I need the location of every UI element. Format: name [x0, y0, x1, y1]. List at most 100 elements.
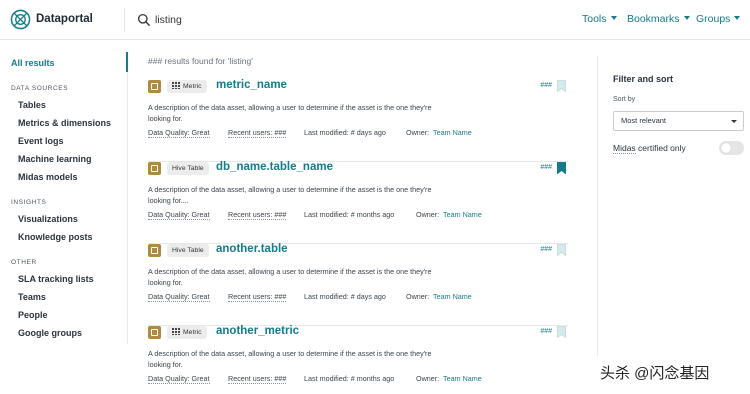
result-title[interactable]: metric_name — [216, 79, 287, 91]
search-input[interactable] — [155, 11, 455, 29]
owner-link[interactable]: Team Name — [443, 210, 482, 219]
usage-count: ### — [540, 82, 552, 89]
type-pill: Hive Table — [167, 162, 209, 175]
watermark: 头杀 @闪念基因 — [600, 365, 710, 382]
asset-badge-icon — [148, 162, 161, 175]
grid-icon — [172, 328, 180, 335]
sidebar-item-event-logs[interactable]: Event logs — [18, 136, 64, 146]
sidebar-heading-data-sources: DATA SOURCES — [11, 85, 69, 92]
type-pill: Metric — [167, 80, 207, 93]
result-title[interactable]: db_name.table_name — [216, 161, 333, 173]
data-quality[interactable]: Data Quality: Great — [148, 374, 210, 384]
recent-users[interactable]: Recent users: ### — [228, 210, 287, 220]
usage-count: ### — [540, 164, 552, 171]
owner-link[interactable]: Team Name — [433, 292, 472, 301]
owner-label: Owner: — [406, 128, 430, 137]
result-title[interactable]: another_metric — [216, 325, 299, 337]
description-line: looking for. — [148, 114, 183, 123]
midas-term[interactable]: Midas — [613, 143, 636, 154]
owner-label: Owner: — [406, 292, 430, 301]
dataportal-logo-icon[interactable] — [10, 9, 31, 30]
sort-label: Sort by — [613, 96, 636, 103]
last-modified: Last modified: # months ago — [304, 374, 395, 383]
type-label: Hive Table — [172, 165, 204, 172]
sidebar-item-metrics-dimensions[interactable]: Metrics & dimensions — [18, 118, 111, 128]
results-count: ### results found for 'listing' — [148, 56, 253, 66]
header-divider — [124, 8, 125, 32]
sidebar-rail — [127, 52, 128, 344]
data-quality[interactable]: Data Quality: Great — [148, 210, 210, 220]
left-sidebar: All results DATA SOURCES Tables Metrics … — [0, 40, 128, 394]
description-line: A description of the data asset, allowin… — [148, 267, 432, 276]
nav-groups-label: Groups — [696, 13, 731, 25]
sidebar-item-knowledge-posts[interactable]: Knowledge posts — [18, 232, 93, 242]
midas-certified-label: Midas certified only — [613, 143, 686, 154]
brand-name[interactable]: Dataportal — [36, 13, 93, 25]
type-label: Hive Table — [172, 247, 204, 254]
description-line: A description of the data asset, allowin… — [148, 349, 432, 358]
description-line: looking for.... — [148, 196, 189, 205]
result-description: A description of the data asset, allowin… — [148, 348, 468, 370]
sidebar-item-all-results[interactable]: All results — [11, 58, 55, 68]
result-description: A description of the data asset, allowin… — [148, 102, 468, 124]
bookmark-icon[interactable] — [557, 244, 566, 256]
asset-badge-icon — [148, 326, 161, 339]
bookmark-icon[interactable] — [557, 162, 566, 174]
midas-certified-toggle[interactable] — [719, 141, 744, 155]
result-card: Metric metric_name ### A description of … — [148, 79, 568, 162]
description-line: A description of the data asset, allowin… — [148, 185, 432, 194]
type-label: Metric — [183, 329, 202, 336]
result-card: Hive Table db_name.table_name ### A desc… — [148, 161, 568, 244]
type-pill: Metric — [167, 326, 207, 339]
data-quality[interactable]: Data Quality: Great — [148, 292, 210, 302]
nav-tools-label: Tools — [582, 13, 607, 25]
description-line: looking for. — [148, 278, 183, 287]
sidebar-item-sla-tracking-lists[interactable]: SLA tracking lists — [18, 274, 94, 284]
data-quality[interactable]: Data Quality: Great — [148, 128, 210, 138]
result-card: Hive Table another.table ### A descripti… — [148, 243, 568, 326]
recent-users[interactable]: Recent users: ### — [228, 292, 287, 302]
description-line: looking for. — [148, 360, 183, 369]
grid-icon — [172, 82, 180, 89]
owner-label: Owner: — [416, 210, 440, 219]
sidebar-item-visualizations[interactable]: Visualizations — [18, 214, 78, 224]
result-card: Metric another_metric ### A description … — [148, 325, 568, 394]
chevron-down-icon — [734, 16, 741, 20]
owner-link[interactable]: Team Name — [433, 128, 472, 137]
sidebar-item-tables[interactable]: Tables — [18, 100, 46, 110]
bookmark-icon[interactable] — [557, 326, 566, 338]
usage-count: ### — [540, 328, 552, 335]
sidebar-item-machine-learning[interactable]: Machine learning — [18, 154, 92, 164]
chevron-down-icon — [683, 16, 690, 20]
recent-users[interactable]: Recent users: ### — [228, 374, 287, 384]
asset-badge-icon — [148, 244, 161, 257]
sort-select[interactable]: Most relevant — [613, 111, 744, 131]
owner-link[interactable]: Team Name — [443, 374, 482, 383]
nav-bookmarks-label: Bookmarks — [627, 13, 680, 25]
toggle-knob — [721, 143, 731, 153]
result-title[interactable]: another.table — [216, 243, 288, 255]
usage-count: ### — [540, 246, 552, 253]
sidebar-item-people[interactable]: People — [18, 310, 48, 320]
recent-users[interactable]: Recent users: ### — [228, 128, 287, 138]
midas-label-rest: certified only — [635, 143, 686, 153]
result-description: A description of the data asset, allowin… — [148, 184, 468, 206]
search-icon — [137, 13, 151, 27]
chevron-down-icon — [610, 16, 617, 20]
last-modified: Last modified: # days ago — [304, 292, 386, 301]
nav-groups-menu[interactable]: Groups — [696, 13, 741, 25]
filter-title: Filter and sort — [613, 74, 674, 84]
last-modified: Last modified: # months ago — [304, 210, 395, 219]
sidebar-item-midas-models[interactable]: Midas models — [18, 172, 78, 182]
sidebar-active-indicator — [126, 52, 128, 72]
sidebar-item-google-groups[interactable]: Google groups — [18, 328, 82, 338]
sidebar-item-teams[interactable]: Teams — [18, 292, 46, 302]
nav-bookmarks-menu[interactable]: Bookmarks — [627, 13, 690, 25]
sidebar-heading-other: OTHER — [11, 259, 37, 266]
result-description: A description of the data asset, allowin… — [148, 266, 468, 288]
filter-panel-divider — [597, 56, 598, 356]
sort-selected-value: Most relevant — [621, 116, 667, 125]
nav-tools-menu[interactable]: Tools — [582, 13, 617, 25]
bookmark-icon[interactable] — [557, 80, 566, 92]
description-line: A description of the data asset, allowin… — [148, 103, 432, 112]
